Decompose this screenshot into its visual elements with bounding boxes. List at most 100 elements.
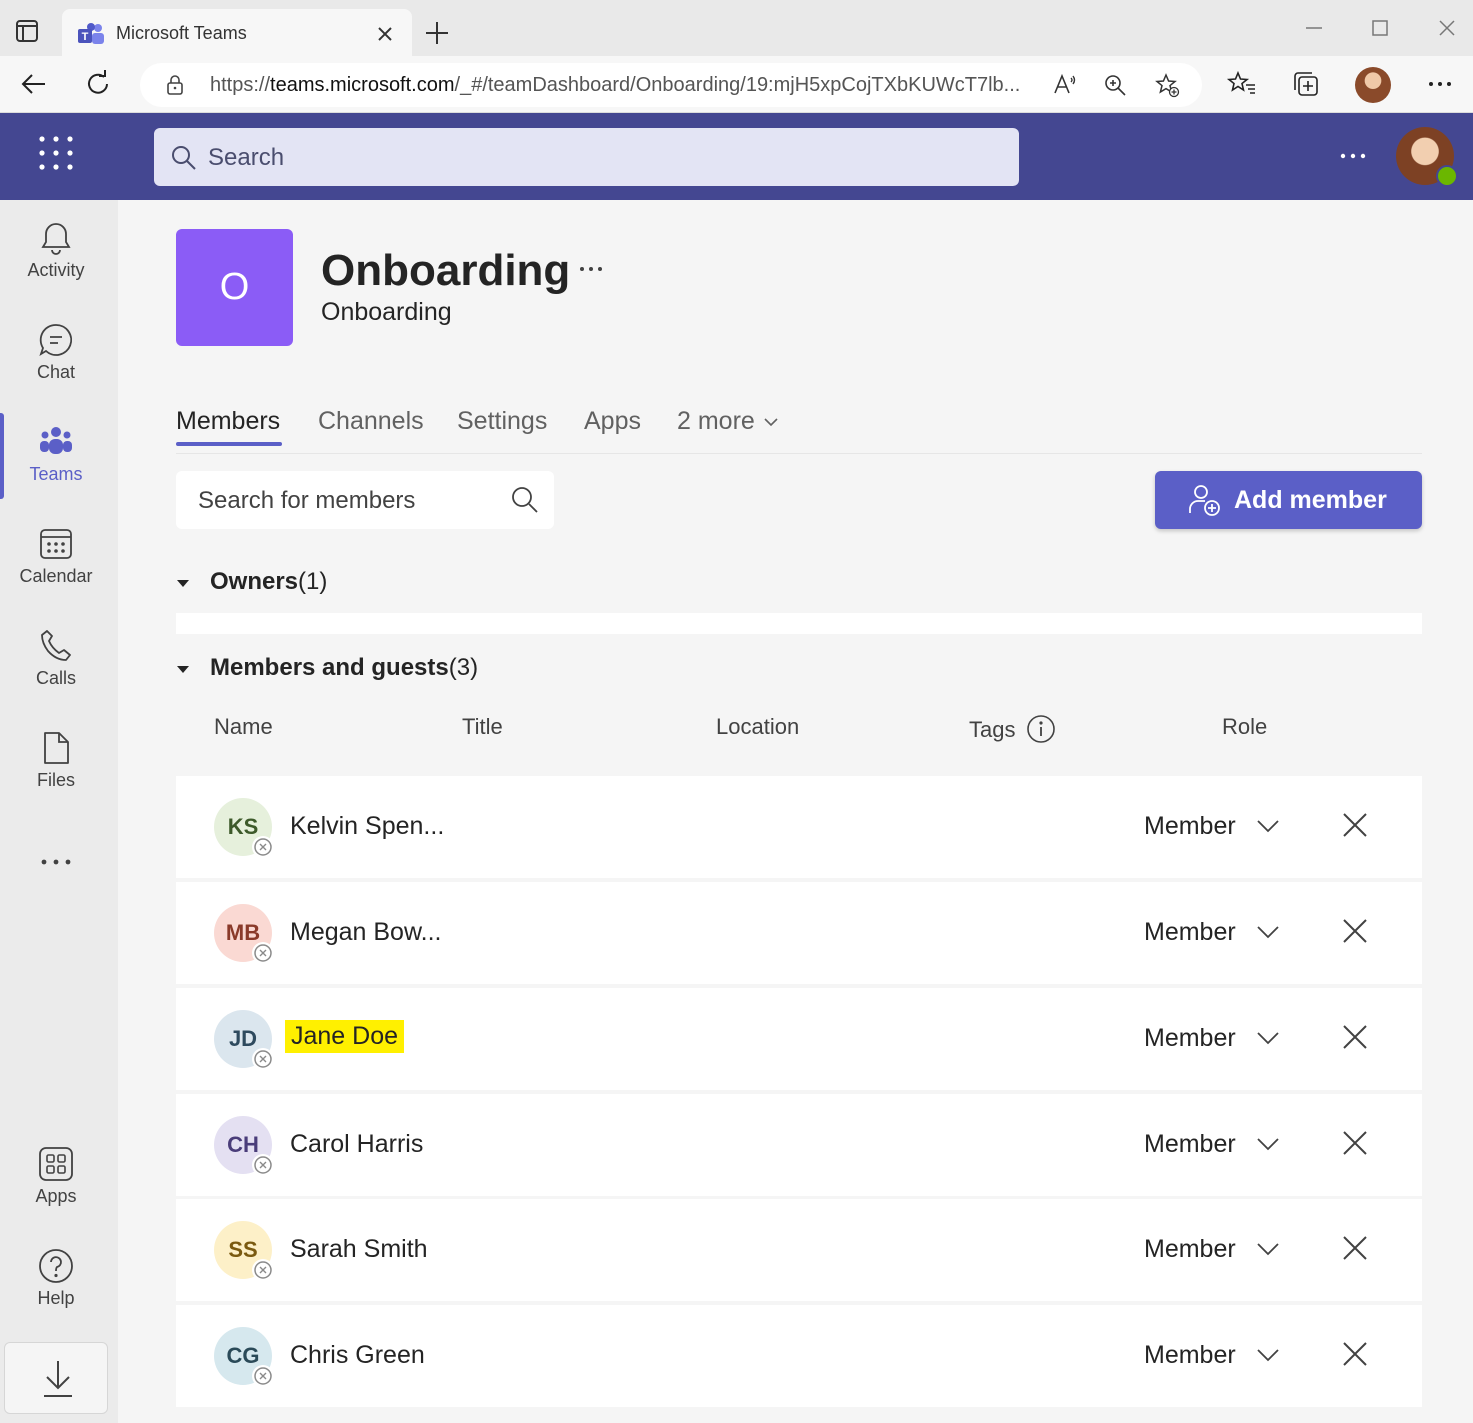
team-name: Onboarding	[321, 246, 571, 295]
remove-member-icon[interactable]	[1342, 1235, 1368, 1261]
table-row[interactable]: KS Kelvin Spen... Member	[176, 776, 1422, 878]
table-row[interactable]: CH Carol Harris Member	[176, 1094, 1422, 1196]
zoom-icon[interactable]	[1102, 72, 1128, 98]
teams-header: Search	[0, 113, 1473, 200]
app-launcher-icon[interactable]	[38, 135, 74, 171]
chevron-down-icon[interactable]	[1256, 924, 1280, 940]
rail-item-activity[interactable]: Activity	[0, 200, 112, 296]
member-name[interactable]: Kelvin Spen...	[290, 812, 444, 841]
chevron-down-icon[interactable]	[1256, 818, 1280, 834]
read-aloud-icon[interactable]	[1052, 72, 1078, 98]
team-more-options-icon[interactable]	[578, 260, 604, 278]
member-search-placeholder: Search for members	[198, 487, 416, 514]
remove-member-icon[interactable]	[1342, 1024, 1368, 1050]
member-role[interactable]: Member	[1144, 1130, 1236, 1159]
tab-members[interactable]: Members	[176, 407, 280, 436]
team-avatar: O	[176, 229, 293, 346]
caret-down-icon	[177, 665, 189, 673]
remove-member-icon[interactable]	[1342, 1130, 1368, 1156]
more-apps-icon[interactable]	[38, 852, 74, 872]
rail-item-teams[interactable]: Teams	[0, 404, 112, 500]
rail-item-apps[interactable]: Apps	[0, 1126, 112, 1222]
member-name[interactable]: Jane Doe	[285, 1020, 405, 1053]
header-more-icon[interactable]	[1338, 146, 1368, 166]
add-member-button[interactable]: Add member	[1155, 471, 1422, 529]
rail-item-chat[interactable]: Chat	[0, 302, 112, 398]
column-header-name[interactable]: Name	[214, 714, 273, 740]
column-header-tags[interactable]: Tags	[969, 717, 1015, 743]
window-close-icon[interactable]	[1435, 16, 1459, 40]
search-icon	[512, 487, 538, 513]
rail-item-calendar[interactable]: Calendar	[0, 506, 112, 602]
team-tabs: Members Channels Settings Apps 2 more	[176, 402, 1422, 454]
rail-item-help[interactable]: Help	[0, 1228, 112, 1324]
new-tab-icon[interactable]	[424, 20, 450, 46]
back-arrow-icon[interactable]	[18, 68, 50, 100]
download-app-button[interactable]	[4, 1342, 108, 1414]
member-name[interactable]: Sarah Smith	[290, 1235, 428, 1264]
member-role[interactable]: Member	[1144, 812, 1236, 841]
tab-more-label: 2 more	[677, 407, 755, 435]
member-role[interactable]: Member	[1144, 1341, 1236, 1370]
member-role[interactable]: Member	[1144, 1024, 1236, 1053]
rail-item-files[interactable]: Files	[0, 710, 112, 806]
apps-icon	[39, 1147, 73, 1181]
remove-member-icon[interactable]	[1342, 1341, 1368, 1367]
owners-title: Owners	[210, 568, 299, 595]
close-tab-icon[interactable]	[374, 23, 396, 45]
minimize-icon[interactable]	[1302, 16, 1326, 40]
members-count: (3)	[448, 654, 479, 681]
collections-icon[interactable]	[1290, 68, 1322, 100]
add-favorite-icon[interactable]	[1154, 72, 1180, 98]
search-placeholder: Search	[208, 144, 285, 171]
teams-icon	[40, 427, 72, 454]
table-row[interactable]: SS Sarah Smith Member	[176, 1199, 1422, 1301]
rail-label-calendar: Calendar	[19, 566, 93, 586]
column-header-location[interactable]: Location	[716, 714, 799, 740]
maximize-icon[interactable]	[1368, 16, 1392, 40]
remove-member-icon[interactable]	[1342, 812, 1368, 838]
tab-actions-icon[interactable]	[14, 18, 40, 44]
table-row[interactable]: MB Megan Bow... Member	[176, 882, 1422, 984]
member-name[interactable]: Chris Green	[290, 1341, 425, 1370]
chevron-down-icon[interactable]	[1256, 1241, 1280, 1257]
presence-offline-icon	[252, 1365, 274, 1387]
member-name[interactable]: Megan Bow...	[290, 918, 441, 947]
url-text: https://teams.microsoft.com/_#/teamDashb…	[210, 74, 1020, 97]
favorites-icon[interactable]	[1226, 68, 1258, 100]
browser-more-icon[interactable]	[1424, 68, 1456, 100]
table-row[interactable]: CG Chris Green Member	[176, 1305, 1422, 1407]
column-header-title[interactable]: Title	[462, 714, 503, 740]
owners-section-toggle[interactable]: Owners(1)	[176, 568, 327, 596]
rail-item-calls[interactable]: Calls	[0, 608, 112, 704]
chevron-down-icon[interactable]	[1256, 1030, 1280, 1046]
tab-channels[interactable]: Channels	[318, 407, 424, 436]
info-icon[interactable]	[1026, 714, 1056, 744]
presence-offline-icon	[252, 1154, 274, 1176]
chevron-down-icon[interactable]	[1256, 1136, 1280, 1152]
member-role[interactable]: Member	[1144, 1235, 1236, 1264]
lock-icon[interactable]	[164, 74, 186, 96]
chevron-down-icon[interactable]	[1256, 1347, 1280, 1363]
column-header-role[interactable]: Role	[1222, 714, 1267, 740]
presence-available-icon	[1436, 165, 1458, 187]
add-member-label: Add member	[1234, 486, 1387, 514]
browser-profile-avatar[interactable]	[1355, 67, 1391, 103]
table-row[interactable]: JD Jane Doe Member	[176, 988, 1422, 1090]
url-field[interactable]: https://teams.microsoft.com/_#/teamDashb…	[140, 63, 1202, 107]
remove-member-icon[interactable]	[1342, 918, 1368, 944]
members-section-toggle[interactable]: Members and guests(3)	[176, 654, 478, 682]
url-scheme: https://	[210, 74, 271, 96]
refresh-icon[interactable]	[82, 68, 114, 100]
help-icon	[39, 1249, 73, 1283]
member-role[interactable]: Member	[1144, 918, 1236, 947]
member-search-input[interactable]: Search for members	[176, 471, 554, 529]
global-search-input[interactable]: Search	[154, 128, 1019, 186]
rail-label-files: Files	[36, 770, 75, 790]
tab-settings[interactable]: Settings	[457, 407, 547, 436]
tab-more[interactable]: 2 more	[677, 407, 779, 436]
phone-icon	[41, 630, 71, 661]
browser-tab[interactable]: T Microsoft Teams	[62, 9, 412, 57]
tab-apps[interactable]: Apps	[584, 407, 641, 436]
member-name[interactable]: Carol Harris	[290, 1130, 423, 1159]
